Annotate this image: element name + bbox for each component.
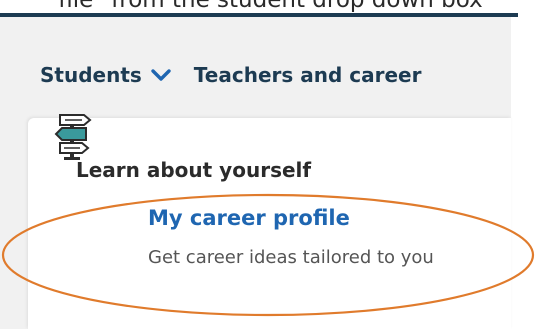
signpost-icon[interactable] <box>52 109 94 161</box>
my-career-profile-description: Get career ideas tailored to you <box>148 247 434 268</box>
instruction-caption: file" from the student drop down box <box>58 0 483 13</box>
nav-students-label: Students <box>40 63 142 87</box>
nav-teachers-label: Teachers and career <box>193 63 422 87</box>
section-title: Learn about yourself <box>76 158 312 182</box>
my-career-profile-link[interactable]: My career profile <box>148 206 350 230</box>
nav-item-students[interactable]: Students <box>40 63 194 87</box>
chevron-down-icon <box>151 69 171 81</box>
nav-item-teachers[interactable]: Teachers and career <box>194 63 422 87</box>
top-nav: Students Teachers and career <box>40 58 421 92</box>
